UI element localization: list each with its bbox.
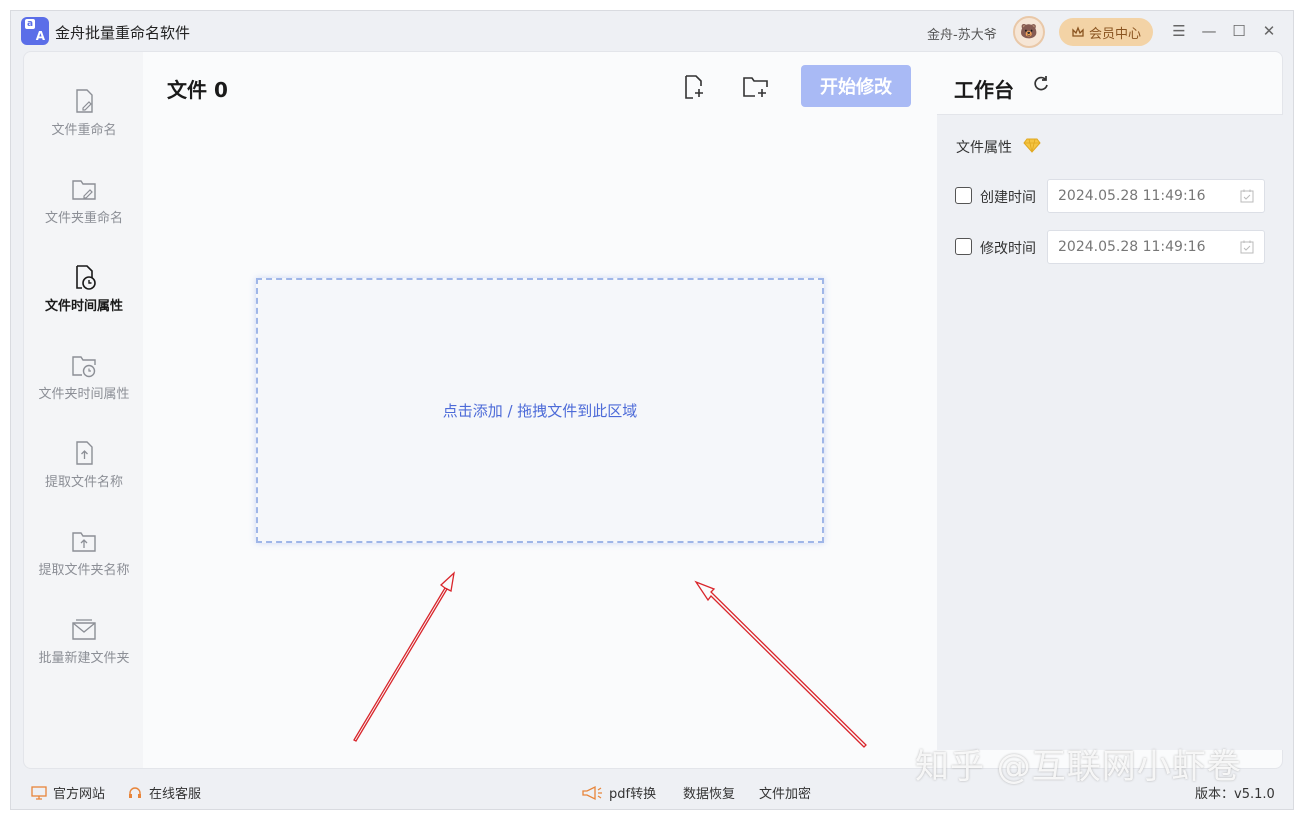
online-service-link[interactable]: 在线客服 [127, 783, 201, 802]
add-folder-icon[interactable] [741, 72, 771, 102]
app-logo-letter-b: A [35, 29, 45, 43]
annotation-arrow-right [694, 580, 867, 748]
panel-body: 文件属性 创建时间 2024.05.28 11:49:16 修改时间 2024.… [937, 114, 1283, 750]
folder-clock-icon [72, 356, 96, 378]
start-modify-button[interactable]: 开始修改 [801, 65, 911, 107]
sidebar-item-label: 文件时间属性 [44, 299, 123, 314]
maximize-icon[interactable]: ☐ [1227, 19, 1251, 43]
dropzone-text: 点击添加 / 拖拽文件到此区域 [442, 402, 638, 420]
vip-diamond-icon [1023, 138, 1041, 153]
calendar-icon[interactable] [1239, 239, 1255, 255]
app-logo-letter-a: a [25, 19, 36, 29]
data-recovery-link[interactable]: 数据恢复 [683, 783, 735, 802]
sidebar-item-extract-file-name[interactable]: 提取文件名称 [24, 432, 144, 502]
vip-center-label: 会员中心 [1088, 26, 1141, 42]
new-folder-icon [72, 619, 96, 640]
sidebar-item-label: 文件夹重命名 [44, 211, 123, 226]
file-encrypt-link[interactable]: 文件加密 [759, 783, 811, 802]
modify-time-picker[interactable]: 2024.05.28 11:49:16 [1047, 230, 1265, 264]
file-upload-icon [76, 441, 93, 465]
sidebar-item-folder-rename[interactable]: 文件夹重命名 [24, 168, 144, 238]
pdf-convert-label: pdf转换 [609, 787, 657, 802]
folder-edit-icon [72, 180, 96, 200]
sidebar-item-folder-time[interactable]: 文件夹时间属性 [24, 344, 144, 414]
app-title: 金舟批量重命名软件 [55, 24, 191, 42]
megaphone-icon [582, 785, 602, 800]
headset-icon [129, 786, 141, 798]
title-bar: a A 金舟批量重命名软件 金舟-苏大爷 🐻 会员中心 ☰ — ☐ ✕ [11, 11, 1293, 51]
menu-icon[interactable]: ☰ [1167, 19, 1191, 43]
sidebar-item-batch-new-folder[interactable]: 批量新建文件夹 [24, 608, 144, 678]
close-icon[interactable]: ✕ [1257, 19, 1281, 43]
file-count-title: 文件 0 [167, 78, 228, 102]
sidebar: 文件重命名 文件夹重命名 文件时间属性 文件夹时间属性 提取文件名称 提取文件夹… [23, 51, 143, 769]
sidebar-item-label: 文件夹时间属性 [38, 387, 130, 402]
create-time-checkbox[interactable] [955, 187, 972, 204]
user-name[interactable]: 金舟-苏大爷 [927, 24, 997, 43]
crown-icon [1072, 26, 1084, 37]
file-dropzone[interactable]: 点击添加 / 拖拽文件到此区域 [256, 278, 824, 543]
sidebar-item-extract-folder-name[interactable]: 提取文件夹名称 [24, 520, 144, 590]
modify-time-row: 修改时间 2024.05.28 11:49:16 [953, 230, 1273, 264]
sidebar-item-label: 提取文件夹名称 [38, 563, 130, 578]
official-website-link[interactable]: 官方网站 [31, 783, 105, 802]
main-area: 文件 0 开始修改 点击添加 / 拖拽文件到此区域 [143, 51, 937, 769]
file-properties-label: 文件属性 [956, 140, 1012, 156]
create-time-label: 创建时间 [980, 190, 1036, 206]
file-clock-icon [76, 265, 96, 290]
watermark: 知乎 @互联网小虾卷 [915, 747, 1242, 787]
refresh-icon[interactable] [1031, 74, 1051, 94]
create-time-picker[interactable]: 2024.05.28 11:49:16 [1047, 179, 1265, 213]
annotation-arrow-left [353, 571, 455, 742]
calendar-icon[interactable] [1239, 188, 1255, 204]
sidebar-item-label: 提取文件名称 [44, 475, 123, 490]
avatar[interactable]: 🐻 [1013, 16, 1045, 48]
app-window: a A 金舟批量重命名软件 金舟-苏大爷 🐻 会员中心 ☰ — ☐ ✕ 文件重命… [10, 10, 1294, 810]
official-website-label: 官方网站 [53, 787, 106, 802]
folder-upload-icon [72, 532, 96, 552]
sidebar-item-file-rename[interactable]: 文件重命名 [24, 80, 144, 150]
file-edit-icon [76, 89, 93, 113]
modify-time-checkbox[interactable] [955, 238, 972, 255]
workbench-panel: 工作台 文件属性 创建时间 2024.05.28 11:49:16 修改时间 2… [937, 51, 1283, 769]
vip-center-button[interactable]: 会员中心 [1059, 18, 1153, 46]
minimize-icon[interactable]: — [1197, 19, 1221, 43]
monitor-icon [31, 785, 47, 800]
panel-title: 工作台 [954, 78, 1014, 102]
sidebar-item-file-time[interactable]: 文件时间属性 [24, 256, 144, 326]
sidebar-item-label: 文件重命名 [51, 123, 117, 138]
app-logo: a A [21, 17, 49, 45]
sidebar-item-label: 批量新建文件夹 [38, 651, 130, 666]
modify-time-label: 修改时间 [980, 241, 1036, 257]
pdf-convert-link[interactable]: pdf转换 [581, 783, 656, 802]
online-service-label: 在线客服 [149, 787, 202, 802]
create-time-row: 创建时间 2024.05.28 11:49:16 [953, 179, 1273, 213]
add-file-icon[interactable] [679, 72, 709, 102]
